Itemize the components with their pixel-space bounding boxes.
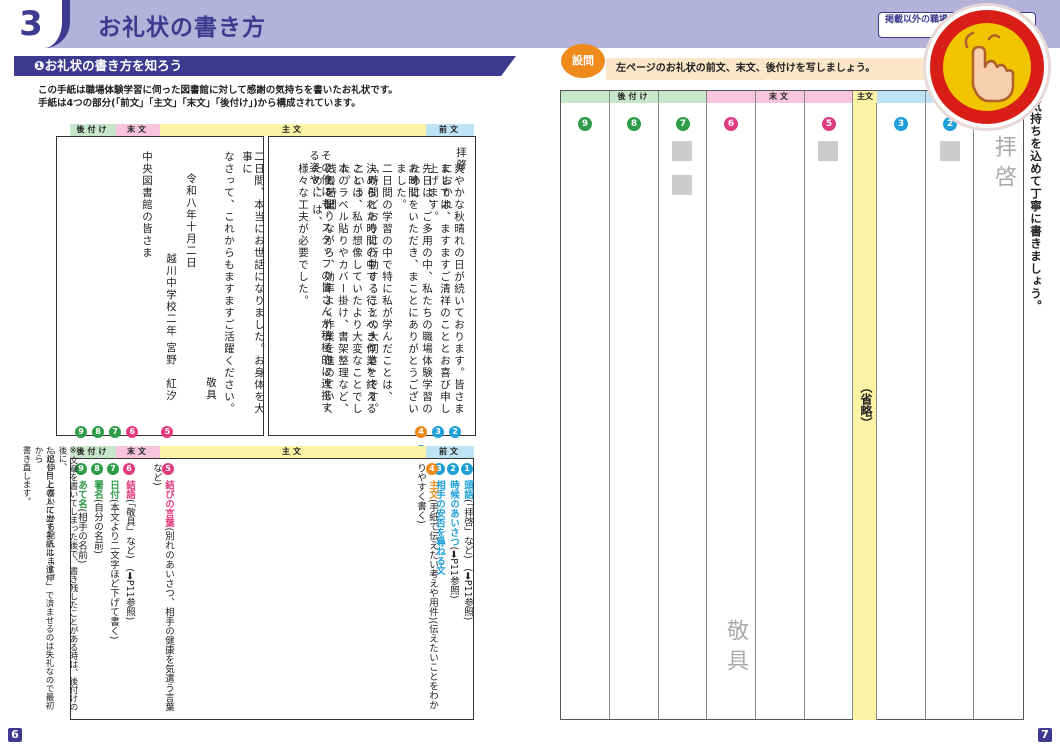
legend-header-shubun: 主文 [160, 446, 426, 458]
page-title: お礼状の書き方 [98, 15, 266, 41]
grid-header-shubun: 主文 [853, 91, 877, 103]
legend-item-1: 1 頭語(「拝啓」など) (➡P11参照) [461, 463, 473, 621]
intro-text: この手紙は職場体験学習に伺った図書館に対して感謝の気持ちを書いたお礼状です。 手… [38, 84, 508, 110]
grid-num-3: 3 [894, 117, 908, 131]
letter-shubun-2: お時間をいただき、まことにありがとうございました。 [395, 163, 419, 415]
indent-square [672, 175, 692, 195]
grid-num-8: 8 [627, 117, 641, 131]
legend-item-5: 5 結びの言葉(別れのあいさつ、相手の健康を気遣う言葉など) [151, 463, 174, 712]
indent-square [940, 141, 960, 161]
hand-icon-graphic [964, 31, 1015, 103]
grid-num-6: 6 [724, 117, 738, 131]
intro-line-2: 手紙は4つの部分(「前文」「主文」「末文」「後付け」)から構成されています。 [38, 98, 361, 109]
header-atozuke: 後付け [70, 124, 116, 136]
legend-item-7: 7 日付(本文より二文字ほど下げて書く) [107, 463, 119, 640]
note-1: ※文章を書いてしまった後で、書き残したことがある時は、後付けの後に、 [57, 446, 78, 711]
note-3: ただし目上の人に出す手紙は「追伸」で済ませるのは失礼なので最初から [33, 446, 54, 710]
header-zenbun: 前文 [426, 124, 474, 136]
section-title: ❶お礼状の書き方を知ろう [20, 56, 516, 76]
marker-2: 2 [449, 426, 462, 438]
legend-item-6: 6 結語(「敬具」など) (➡P11参照) [123, 463, 135, 621]
letter-shubun-10: その他にも、スタッフの皆さんが積極的に連携する姿や、 [308, 150, 332, 414]
legend-box: 1 頭語(「拝啓」など) (➡P11参照) 2 時候のあいさつ(➡P11参照) … [70, 458, 474, 720]
sample-haikei: 拝啓 [991, 135, 1016, 195]
legend-header-zenbun: 前文 [426, 446, 474, 458]
page-number-right: 7 [1038, 728, 1052, 742]
sample-keigu: 敬具 [723, 619, 748, 679]
hand-pointer-icon[interactable] [926, 6, 1048, 128]
grid-num-9: 9 [578, 117, 592, 131]
indent-square [818, 141, 838, 161]
grid-col-5[interactable] [805, 91, 853, 719]
header-matsubun: 末文 [116, 124, 160, 136]
side-note: 気持ちを込めて丁寧に書きましょう。 [1029, 100, 1043, 313]
chapter-number: 3 [0, 0, 70, 48]
copy-grid: 後付け 末文 主文 前文 9 8 7 6 5 3 2 拝啓 敬具 （省略） [560, 90, 1024, 720]
question-badge: 設問 [561, 44, 605, 78]
intro-line-1: この手紙は職場体験学習に伺った図書館に対して感謝の気持ちを書いたお礼状です。 [38, 85, 398, 96]
marker-4: 4 [415, 426, 427, 438]
indent-square [672, 141, 692, 161]
letter-shubun-rest [56, 136, 264, 436]
grid-num-5: 5 [822, 117, 836, 131]
grid-col-blank[interactable] [756, 91, 805, 719]
grid-col-8[interactable] [610, 91, 659, 719]
section-notch [14, 56, 20, 76]
omitted-label: （省略） [859, 381, 873, 429]
letter-shubun-3: 二日間の学習の中で特に私が学んだことは、 [381, 163, 393, 403]
letter-sheet-right: 拝啓 爽やかな秋晴れの日が続いております。皆さまにおかれ ましては、ますますご清… [268, 136, 476, 457]
marker-3: 3 [432, 426, 445, 438]
legend-item-2: 2 時候のあいさつ(➡P11参照) [447, 463, 459, 599]
note-4: 書き直します。 [21, 446, 31, 506]
legend-item-4: 4 主文(手紙で伝えたい考えや用件)(伝えたいことをわかりやすく書く) [415, 463, 438, 710]
legend-item-8: 8 署名(自分の名前) [91, 463, 103, 554]
grid-num-7: 7 [676, 117, 690, 131]
legend-header-matsubun: 末文 [116, 446, 160, 458]
grid-col-9[interactable] [561, 91, 610, 719]
grid-col-2[interactable] [926, 91, 974, 719]
grid-col-3[interactable] [877, 91, 926, 719]
page-number-left: 6 [8, 728, 22, 742]
header-shubun: 主文 [160, 124, 426, 136]
